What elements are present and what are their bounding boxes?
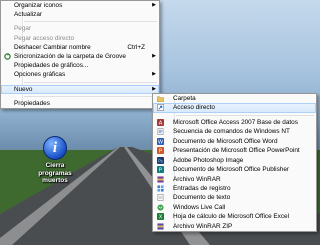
submenu-item-powerpoint[interactable]: P Presentación de Microsoft Office Power… <box>153 146 316 155</box>
menu-separator <box>23 81 157 83</box>
menu-item-nuevo[interactable]: Nuevo ▶ <box>1 84 159 94</box>
menu-item-propiedades[interactable]: Propiedades <box>1 99 159 108</box>
svg-text:Ps: Ps <box>158 158 164 163</box>
desktop-shortcut-label: Cierra programas muertos <box>38 162 72 184</box>
submenu-arrow-icon: ▶ <box>152 71 156 78</box>
folder-icon <box>157 96 164 102</box>
menu-separator <box>23 95 157 97</box>
svg-text:A: A <box>159 121 163 126</box>
submenu-item-photoshop[interactable]: Ps Adobe Photoshop Image <box>153 156 316 165</box>
submenu-item-registro[interactable]: Entradas de registro <box>153 184 316 193</box>
submenu-item-winrar[interactable]: Archivo WinRAR <box>153 175 316 184</box>
submenu-item-publisher[interactable]: P Documento de Microsoft Office Publishe… <box>153 165 316 174</box>
submenu-arrow-icon: ▶ <box>152 52 156 59</box>
submenu-item-access[interactable]: A Microsoft Office Access 2007 Base de d… <box>153 118 316 127</box>
registry-icon <box>157 185 164 192</box>
submenu-item-script[interactable]: Secuencia de comandos de Windows NT <box>153 127 316 136</box>
publisher-icon: P <box>157 166 164 174</box>
menu-item-deshacer[interactable]: Deshacer Cambiar nombre Ctrl+Z <box>1 43 159 52</box>
desktop-context-menu: Organizar iconos ▶ Actualizar Pegar Pegar… <box>0 0 160 109</box>
submenu-item-winrar-zip[interactable]: Archivo WinRAR ZIP <box>153 222 316 231</box>
desktop-shortcut-cierra-programas[interactable]: i Cierra programas muertos <box>30 136 80 185</box>
powerpoint-icon: P <box>157 147 164 155</box>
shortcut-text: Ctrl+Z <box>127 43 145 51</box>
submenu-item-excel[interactable]: X Hoja de cálculo de Microsoft Office Ex… <box>153 212 316 221</box>
menu-item-propiedades-graficos[interactable]: Propiedades de gráficos... <box>1 61 159 70</box>
submenu-item-acceso-directo[interactable]: Acceso directo <box>153 103 316 113</box>
access-icon: A <box>157 118 164 126</box>
text-document-icon <box>157 194 164 202</box>
svg-text:W: W <box>158 139 164 144</box>
groove-sync-icon <box>4 53 11 60</box>
winrar-zip-icon <box>157 223 164 230</box>
shortcut-icon <box>157 104 164 112</box>
submenu-arrow-icon: ▶ <box>152 2 156 8</box>
svg-text:P: P <box>159 168 162 173</box>
menu-item-opciones-graficas[interactable]: Opciones gráficas ▶ <box>1 70 159 79</box>
word-icon: W <box>157 137 164 145</box>
menu-item-pegar-acceso-directo[interactable]: Pegar acceso directo <box>1 34 159 43</box>
menu-separator <box>23 21 157 23</box>
menu-item-groove-sync[interactable]: Sincronización de la carpeta de Groove ▶ <box>1 52 159 61</box>
excel-icon: X <box>157 213 164 221</box>
live-call-icon <box>157 204 164 211</box>
nuevo-submenu: Carpeta Acceso directo A Microsoft Offic… <box>152 93 317 233</box>
photoshop-icon: Ps <box>157 156 164 164</box>
menu-separator <box>175 114 314 116</box>
script-icon <box>157 128 164 136</box>
menu-item-pegar[interactable]: Pegar <box>1 24 159 33</box>
winrar-icon <box>157 175 164 183</box>
submenu-item-carpeta[interactable]: Carpeta <box>153 94 316 103</box>
info-icon: i <box>43 136 67 160</box>
svg-text:X: X <box>159 215 163 220</box>
menu-item-organizar-iconos[interactable]: Organizar iconos ▶ <box>1 1 159 10</box>
submenu-item-texto[interactable]: Documento de texto <box>153 193 316 202</box>
menu-item-actualizar[interactable]: Actualizar <box>1 10 159 19</box>
submenu-item-live-call[interactable]: Windows Live Call <box>153 203 316 212</box>
submenu-item-word[interactable]: W Documento de Microsoft Office Word <box>153 137 316 146</box>
svg-text:P: P <box>159 149 162 154</box>
